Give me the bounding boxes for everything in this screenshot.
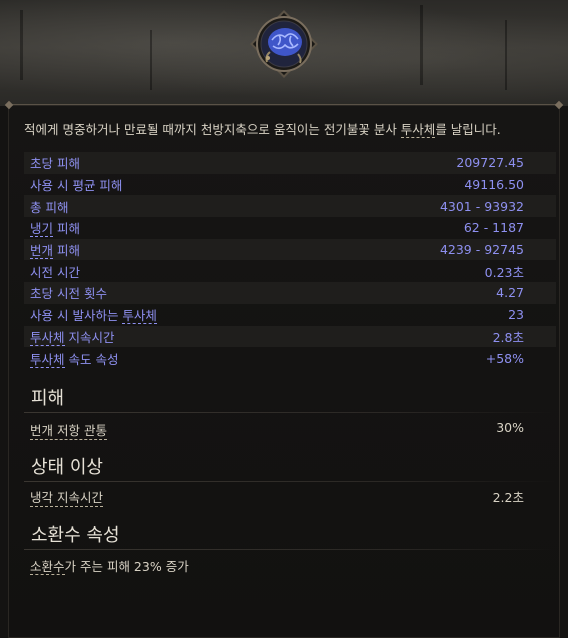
attribute-value: 30%	[496, 420, 524, 435]
stat-row: 번개 피해 4239 - 92745	[24, 238, 556, 261]
stat-row: 투사체 지속시간 2.8초	[24, 325, 556, 348]
stat-value: 2.8초	[492, 329, 524, 345]
keyword-minion[interactable]: 소환수	[30, 559, 65, 575]
texture-streak	[150, 30, 152, 90]
stat-row: 초당 시전 횟수 4.27	[24, 282, 556, 304]
stat-label-text: 사용 시 발사하는	[30, 308, 123, 324]
stat-label: 사용 시 발사하는 투사체	[30, 305, 157, 325]
texture-streak	[20, 10, 23, 80]
stat-value: 49116.50	[464, 177, 524, 193]
stat-label-text: 지속시간	[64, 329, 115, 345]
stat-value: 4301 - 93932	[439, 198, 524, 214]
stat-label: 총 피해	[30, 199, 69, 215]
section-title-damage: 피해	[31, 388, 65, 409]
attribute-label[interactable]: 냉각 지속시간	[30, 487, 103, 507]
attribute-row: 냉각 지속시간 2.2초	[30, 487, 524, 507]
stat-label-text: 속도 속성	[64, 351, 119, 367]
stat-label: 초당 피해	[30, 156, 80, 172]
attribute-label-text: 가 주는 피해 23% 증가	[64, 559, 189, 574]
stat-label: 투사체 지속시간	[30, 327, 115, 346]
stat-value: 209727.45	[456, 155, 524, 171]
stat-row: 시전 시간 0.23초	[24, 260, 556, 282]
stat-row: 투사체 속도 속성 +58%	[24, 347, 556, 369]
attribute-label[interactable]: 번개 저항 관통	[30, 420, 107, 440]
attribute-row: 번개 저항 관통 30%	[30, 420, 524, 440]
keyword-lightning[interactable]: 번개	[30, 243, 54, 260]
stat-row: 총 피해 4301 - 93932	[24, 195, 556, 218]
attribute-value: 2.2초	[492, 490, 524, 505]
stat-value: 62 - 1187	[463, 220, 524, 236]
section-title-ailment: 상태 이상	[31, 457, 103, 478]
stat-label: 투사체 속도 속성	[30, 349, 118, 368]
keyword-projectile[interactable]: 투사체	[30, 329, 65, 346]
keyword-cold[interactable]: 냉기	[30, 221, 54, 238]
stat-value: +58%	[485, 350, 524, 366]
stat-label: 번개 피해	[30, 240, 80, 260]
stat-label: 냉기 피해	[30, 218, 80, 238]
stat-row: 초당 피해 209727.45	[24, 152, 556, 174]
stat-label-text: 피해	[53, 243, 80, 259]
section-title-minion: 소환수 속성	[31, 525, 120, 546]
stat-value: 0.23초	[484, 264, 524, 280]
description-text: 적에게 명중하거나 만료될 때까지 천방지축으로 움직이는 전기불꽃 분사	[24, 122, 401, 137]
keyword-projectile[interactable]: 투사체	[122, 308, 157, 325]
keyword-projectile[interactable]: 투사체	[400, 122, 436, 138]
blue-brain-orb-icon[interactable]	[248, 8, 320, 80]
stat-value: 4239 - 92745	[439, 242, 524, 258]
section-divider	[24, 549, 556, 550]
stat-label: 초당 시전 횟수	[30, 286, 107, 302]
section-divider	[24, 481, 556, 482]
skill-description: 적에게 명중하거나 만료될 때까지 천방지축으로 움직이는 전기불꽃 분사 투사…	[24, 121, 544, 139]
header-banner	[0, 0, 568, 106]
texture-streak	[505, 20, 507, 90]
stat-value: 23	[508, 307, 524, 323]
stat-row: 사용 시 발사하는 투사체 23	[24, 304, 556, 326]
description-text: 를 날립니다.	[435, 122, 501, 137]
stats-table: 초당 피해 209727.45 사용 시 평균 피해 49116.50 총 피해…	[24, 152, 556, 369]
keyword-projectile[interactable]: 투사체	[30, 351, 65, 368]
stat-label-text: 피해	[53, 221, 80, 237]
texture-streak	[420, 5, 423, 85]
stat-row: 냉기 피해 62 - 1187	[24, 217, 556, 239]
attribute-row: 소환수가 주는 피해 23% 증가	[30, 556, 524, 575]
stat-label: 시전 시간	[30, 264, 80, 280]
stat-row: 사용 시 평균 피해 49116.50	[24, 174, 556, 196]
stat-label: 사용 시 평균 피해	[30, 178, 123, 194]
section-divider	[24, 412, 556, 413]
attribute-label: 소환수가 주는 피해 23% 증가	[30, 556, 189, 575]
stat-value: 4.27	[496, 285, 524, 301]
